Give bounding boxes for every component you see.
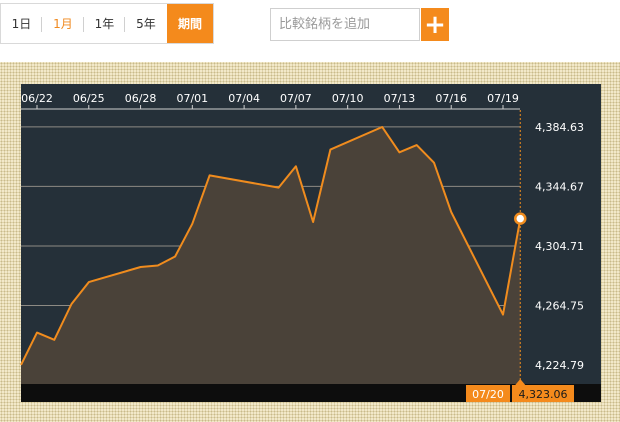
y-tick-label: 4,384.63	[535, 121, 584, 134]
x-tick-label: 07/13	[384, 92, 416, 105]
y-tick-label: 4,224.79	[535, 359, 584, 372]
x-tick-label: 07/16	[435, 92, 467, 105]
tab-1-year[interactable]: 1年	[84, 4, 125, 43]
x-tick-label: 06/28	[125, 92, 157, 105]
latest-value-label: 4,323.06	[519, 388, 568, 401]
period-tab-group: 1日 1月 1年 5年 期間	[0, 3, 214, 44]
x-tick-label: 07/04	[228, 92, 260, 105]
latest-date-label: 07/20	[472, 388, 504, 401]
y-tick-label: 4,304.71	[535, 240, 584, 253]
price-chart: 06/22 06/25 06/28 07/01 07/04 07/07 07/10 07/13…	[20, 84, 601, 402]
x-tick-label: 07/01	[176, 92, 208, 105]
chart-frame: 06/22 06/25 06/28 07/01 07/04 07/07 07/10 07/13…	[0, 62, 620, 422]
x-tick-label: 07/19	[487, 92, 519, 105]
x-tick-label: 07/10	[332, 92, 364, 105]
tab-custom-period[interactable]: 期間	[167, 4, 213, 43]
tab-5-years[interactable]: 5年	[125, 4, 167, 43]
tab-1-day[interactable]: 1日	[1, 4, 42, 43]
y-tick-label: 4,264.75	[535, 299, 584, 312]
x-tick-label: 06/25	[73, 92, 105, 105]
x-tick-label: 06/22	[21, 92, 53, 105]
tab-1-month[interactable]: 1月	[42, 4, 84, 43]
latest-point-marker	[514, 212, 527, 225]
add-compare-button[interactable]: +	[421, 8, 449, 41]
compare-symbol-input[interactable]	[270, 8, 420, 41]
plus-icon: +	[424, 9, 446, 40]
y-tick-label: 4,344.67	[535, 180, 584, 193]
x-tick-label: 07/07	[280, 92, 312, 105]
